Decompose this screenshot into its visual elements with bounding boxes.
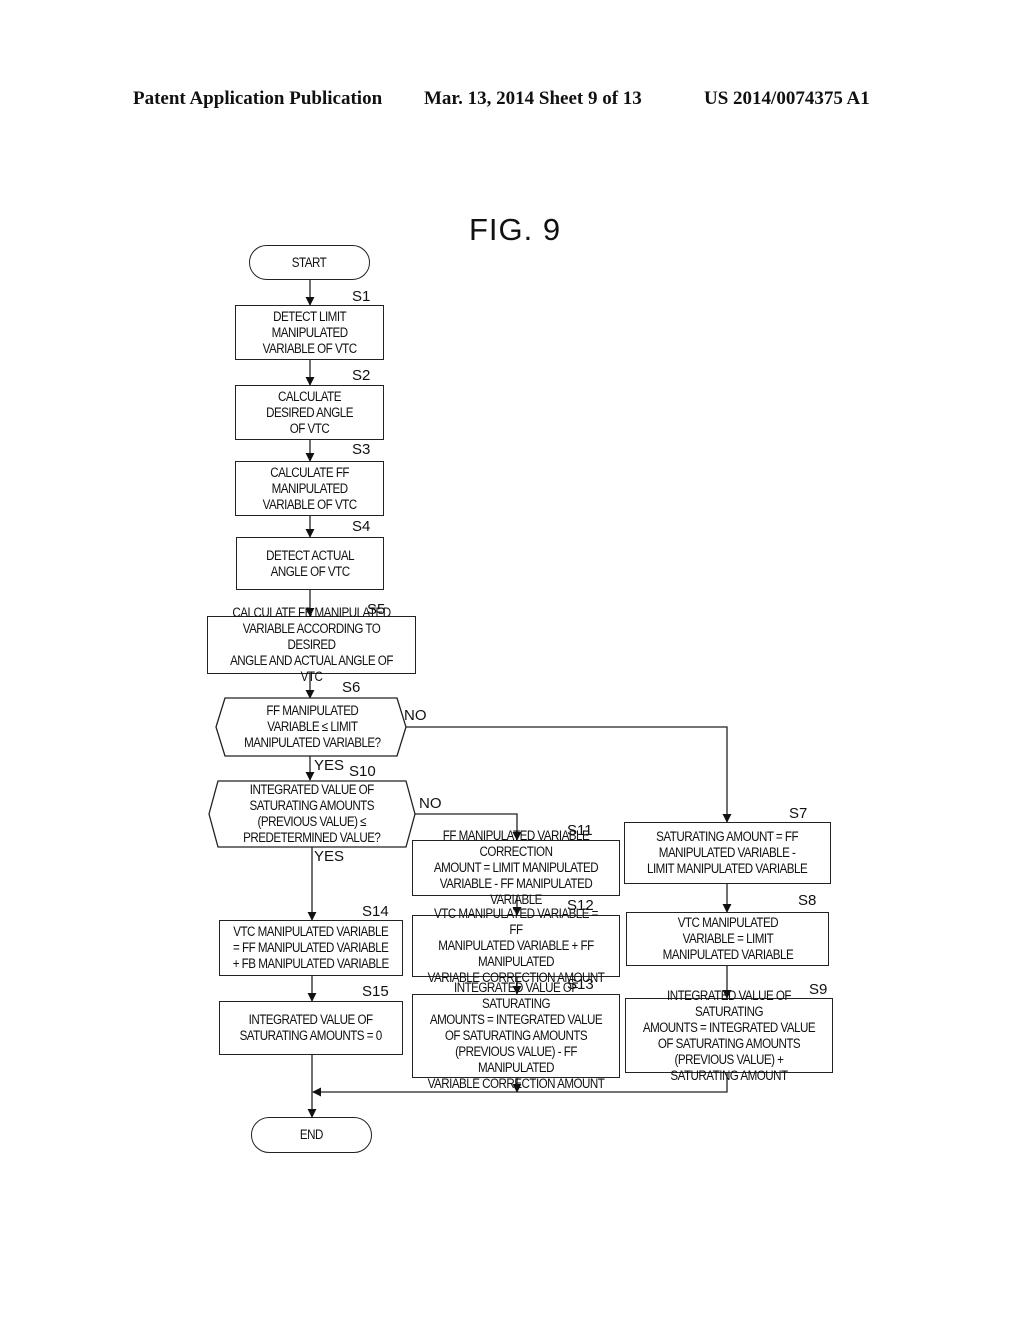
step-s7-box: SATURATING AMOUNT = FF MANIPULATED VARIA…: [624, 822, 831, 884]
step-id-s14: S14: [362, 903, 389, 920]
step-s12-text: VTC MANIPULATED VARIABLE = FF MANIPULATE…: [427, 906, 605, 985]
step-s2-text: CALCULATE DESIRED ANGLE OF VTC: [266, 388, 353, 436]
step-s2-box: CALCULATE DESIRED ANGLE OF VTC: [235, 385, 384, 440]
arrow-s6-no-s7: [406, 726, 732, 823]
step-id-s8: S8: [798, 892, 817, 909]
branch-label-s6-no: NO: [404, 707, 427, 724]
step-s7-text: SATURATING AMOUNT = FF MANIPULATED VARIA…: [647, 829, 808, 876]
step-s1-text: DETECT LIMIT MANIPULATED VARIABLE OF VTC: [262, 308, 357, 356]
step-s11-text: FF MANIPULATED VARIABLE CORRECTION AMOUN…: [433, 828, 599, 907]
step-s12-box: VTC MANIPULATED VARIABLE = FF MANIPULATE…: [412, 906, 620, 985]
step-s13-box: INTEGRATED VALUE OF SATURATING AMOUNTS =…: [412, 980, 620, 1091]
step-s11-box: FF MANIPULATED VARIABLE CORRECTION AMOUN…: [412, 828, 620, 907]
step-id-s1: S1: [352, 288, 371, 305]
step-s15-text: INTEGRATED VALUE OF SATURATING AMOUNTS =…: [239, 1012, 383, 1043]
step-s15-box: INTEGRATED VALUE OF SATURATING AMOUNTS =…: [219, 1001, 403, 1055]
branch-label-s10-yes: YES: [314, 848, 345, 865]
step-id-s15: S15: [362, 983, 389, 1000]
step-s8-text: VTC MANIPULATED VARIABLE = LIMIT MANIPUL…: [662, 915, 793, 962]
step-s13-text: INTEGRATED VALUE OF SATURATING AMOUNTS =…: [427, 980, 605, 1091]
end-label: END: [300, 1127, 323, 1142]
step-s9-box: INTEGRATED VALUE OF SATURATING AMOUNTS =…: [625, 988, 833, 1083]
step-s5-box: CALCULATE FB MANIPULATED VARIABLE ACCORD…: [207, 605, 416, 684]
step-s8-box: VTC MANIPULATED VARIABLE = LIMIT MANIPUL…: [626, 912, 829, 966]
step-s9-text: INTEGRATED VALUE OF SATURATING AMOUNTS =…: [642, 987, 816, 1083]
step-s14-text: VTC MANIPULATED VARIABLE = FF MANIPULATE…: [232, 924, 390, 971]
decision-s10-text: INTEGRATED VALUE OF SATURATING AMOUNTS (…: [243, 782, 381, 845]
step-id-s2: S2: [352, 367, 371, 384]
step-s3-text: CALCULATE FF MANIPULATED VARIABLE OF VTC: [262, 464, 357, 512]
decision-s6-text-container: FF MANIPULATED VARIABLE ≤ LIMIT MANIPULA…: [222, 698, 402, 756]
decision-s10-text-container: INTEGRATED VALUE OF SATURATING AMOUNTS (…: [215, 781, 409, 847]
start-label: START: [292, 254, 327, 270]
step-s4-box: DETECT ACTUAL ANGLE OF VTC: [236, 537, 384, 590]
step-s3-box: CALCULATE FF MANIPULATED VARIABLE OF VTC: [235, 461, 384, 516]
branch-label-s6-yes: YES: [314, 757, 345, 774]
step-id-s3: S3: [352, 441, 371, 458]
step-s4-text: DETECT ACTUAL ANGLE OF VTC: [266, 547, 354, 579]
end-terminal: END: [251, 1117, 372, 1153]
flowchart-connectors: [208, 280, 732, 1118]
step-s1-box: DETECT LIMIT MANIPULATED VARIABLE OF VTC: [235, 305, 384, 360]
branch-label-s10-no: NO: [419, 795, 442, 812]
step-s5-text: CALCULATE FB MANIPULATED VARIABLE ACCORD…: [230, 605, 393, 684]
step-s14-box: VTC MANIPULATED VARIABLE = FF MANIPULATE…: [219, 920, 403, 976]
step-id-s10: S10: [349, 763, 376, 780]
decision-s6-text: FF MANIPULATED VARIABLE ≤ LIMIT MANIPULA…: [243, 703, 381, 750]
start-terminal: START: [249, 245, 370, 280]
step-id-s7: S7: [789, 805, 808, 822]
step-id-s4: S4: [352, 518, 371, 535]
